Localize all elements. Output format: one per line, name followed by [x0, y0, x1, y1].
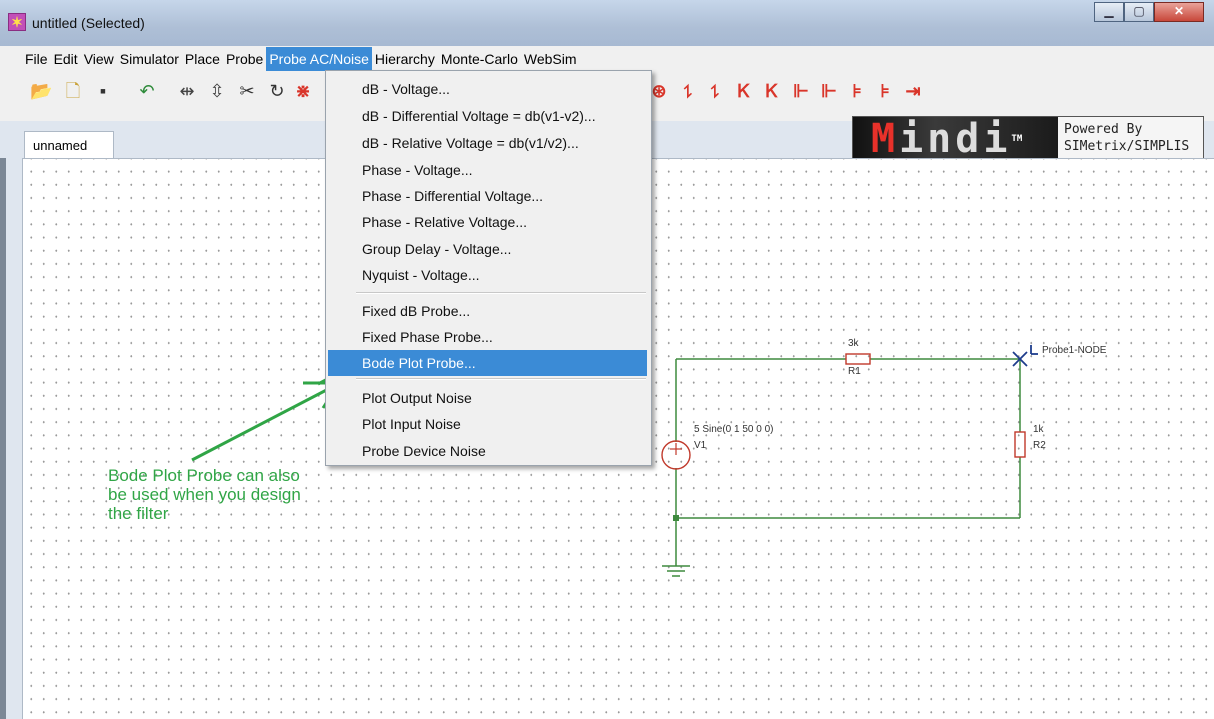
probe-jfet-icon[interactable]: ⊩ [790, 80, 812, 102]
open-folder-icon[interactable]: 📂 [30, 80, 52, 102]
menu-item-fixed-phase-probe[interactable]: Fixed Phase Probe... [328, 324, 647, 350]
mindi-logo: MindiTM Powered By SIMetrix/SIMPLIS [852, 116, 1204, 162]
cut-icon[interactable]: ✂ [236, 80, 258, 102]
menu-item-plot-input-noise[interactable]: Plot Input Noise [328, 411, 647, 437]
annotation-text: Bode Plot Probe can also be used when yo… [108, 466, 301, 523]
r2-ref: R2 [1033, 440, 1046, 451]
probe-diode-icon[interactable]: ⥍ [677, 80, 699, 102]
probe-k-icon[interactable]: Ꮶ [733, 80, 755, 102]
title-bar[interactable]: ✶ untitled (Selected) ▁ ▢ ✕ [0, 0, 1214, 46]
menu-item-phase-voltage[interactable]: Phase - Voltage... [328, 157, 647, 183]
menu-item-bode-plot-probe[interactable]: Bode Plot Probe... [328, 350, 647, 376]
new-file-icon[interactable]: 🗋 [62, 80, 84, 102]
menu-place[interactable]: Place [182, 47, 223, 71]
menu-monte-carlo[interactable]: Monte-Carlo [438, 47, 521, 71]
mindi-wordmark: MindiTM [853, 117, 1058, 161]
menu-probe[interactable]: Probe [223, 47, 266, 71]
r1-value: 3k [848, 338, 859, 349]
menu-item-group-delay-voltage[interactable]: Group Delay - Voltage... [328, 236, 647, 262]
menu-item-fixed-db-probe[interactable]: Fixed dB Probe... [328, 298, 647, 324]
tab-unnamed[interactable]: unnamed [24, 131, 114, 159]
maximize-button[interactable]: ▢ [1124, 2, 1154, 22]
menu-item-phase-relative-voltage[interactable]: Phase - Relative Voltage... [328, 209, 647, 235]
menu-view[interactable]: View [81, 47, 117, 71]
probe-tool-icon[interactable]: ⋇ [292, 80, 314, 102]
menu-item-plot-output-noise[interactable]: Plot Output Noise [328, 385, 647, 411]
menu-separator [356, 378, 646, 380]
menu-item-db-differential-voltage[interactable]: dB - Differential Voltage = db(v1-v2)... [328, 103, 647, 129]
powered-by-line2: SIMetrix/SIMPLIS [1064, 139, 1190, 154]
powered-by-text: Powered By SIMetrix/SIMPLIS [1058, 117, 1203, 161]
application-window: ✶ untitled (Selected) ▁ ▢ ✕ File Edit Vi… [0, 0, 1214, 719]
menu-file[interactable]: File [22, 47, 51, 71]
menu-probe-ac-noise[interactable]: Probe AC/Noise [266, 46, 372, 71]
menu-item-db-relative-voltage[interactable]: dB - Relative Voltage = db(v1/v2)... [328, 130, 647, 156]
r1-ref: R1 [848, 366, 861, 377]
menu-hierarchy[interactable]: Hierarchy [372, 47, 438, 71]
menu-websim[interactable]: WebSim [521, 47, 580, 71]
menu-separator [356, 292, 646, 294]
probe-fet-icon[interactable]: ⊧ [846, 80, 868, 102]
menu-edit[interactable]: Edit [51, 47, 81, 71]
probe-diode-2-icon[interactable]: ⥍ [704, 80, 726, 102]
probe-k-2-icon[interactable]: Ꮶ [761, 80, 783, 102]
minimize-button[interactable]: ▁ [1094, 2, 1124, 22]
menu-item-nyquist-voltage[interactable]: Nyquist - Voltage... [328, 262, 647, 288]
probe-ac-noise-menu: dB - Voltage... dB - Differential Voltag… [325, 70, 652, 466]
probe-label: Probe1-NODE [1042, 345, 1107, 356]
app-star-icon: ✶ [8, 13, 26, 31]
menu-simulator[interactable]: Simulator [117, 47, 182, 71]
v1-value: 5 Sine(0 1 50 0 0) [694, 424, 774, 435]
menu-item-db-voltage[interactable]: dB - Voltage... [328, 76, 647, 102]
menu-item-phase-differential-voltage[interactable]: Phase - Differential Voltage... [328, 183, 647, 209]
window-controls: ▁ ▢ ✕ [1094, 2, 1204, 22]
probe-arrow-icon[interactable]: ⇥ [902, 80, 924, 102]
menu-item-probe-device-noise[interactable]: Probe Device Noise [328, 438, 647, 464]
save-icon[interactable]: ▪ [92, 80, 114, 102]
undo-icon[interactable]: ↶ [136, 80, 158, 102]
r2-value: 1k [1033, 424, 1044, 435]
window-title: untitled (Selected) [32, 15, 145, 31]
probe-jfet-2-icon[interactable]: ⊩ [818, 80, 840, 102]
rotate-icon[interactable]: ↻ [266, 80, 288, 102]
close-button[interactable]: ✕ [1154, 2, 1204, 22]
flip-horizontal-icon[interactable]: ⇹ [176, 80, 198, 102]
powered-by-line1: Powered By [1064, 122, 1143, 137]
v1-ref: V1 [694, 440, 707, 451]
probe-fet-2-icon[interactable]: ⊧ [874, 80, 896, 102]
left-panel-edge [0, 158, 6, 719]
flip-vertical-icon[interactable]: ⇳ [206, 80, 228, 102]
menu-bar: File Edit View Simulator Place Probe Pro… [0, 46, 1214, 71]
